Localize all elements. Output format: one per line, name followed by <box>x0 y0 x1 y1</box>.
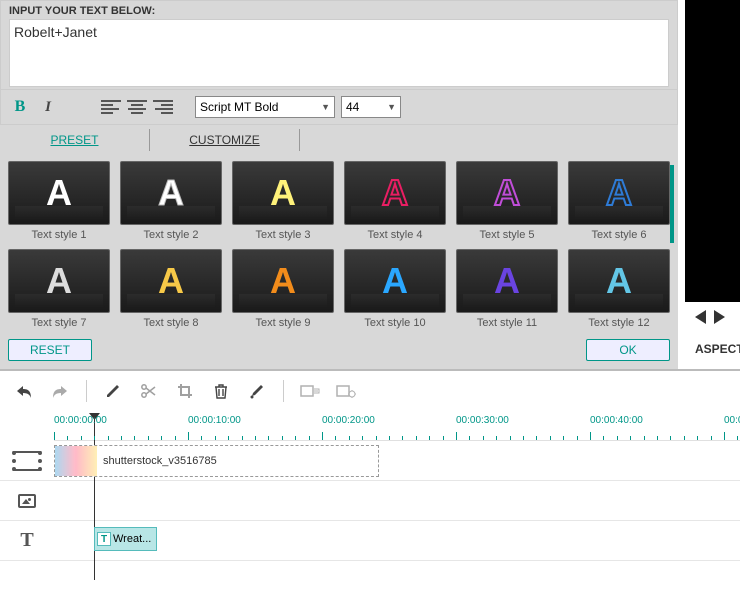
chevron-down-icon: ▼ <box>321 102 330 112</box>
size-value: 44 <box>346 100 359 114</box>
font-select[interactable]: Script MT Bold ▼ <box>195 96 335 118</box>
align-center-button[interactable] <box>127 97 147 117</box>
image-track-icon <box>0 494 54 508</box>
text-clip[interactable]: T Wreat... <box>94 527 157 551</box>
delete-button[interactable] <box>207 379 235 403</box>
style-caption: Text style 8 <box>120 317 222 329</box>
style-preset-11[interactable]: AText style 11 <box>456 249 558 329</box>
style-caption: Text style 6 <box>568 229 670 241</box>
redo-button[interactable] <box>46 379 74 403</box>
text-clip-name: Wreat... <box>113 533 151 545</box>
time-mark: 00:00:40:00 <box>590 415 643 426</box>
style-caption: Text style 5 <box>456 229 558 241</box>
timeline: 00:00:00:00 00:00:10:00 00:00:20:00 00:00:3… <box>0 411 740 561</box>
style-preset-5[interactable]: AText style 5 <box>456 161 558 241</box>
style-preset-8[interactable]: AText style 8 <box>120 249 222 329</box>
text-clip-icon: T <box>97 532 111 546</box>
time-ruler[interactable]: 00:00:00:00 00:00:10:00 00:00:20:00 00:00:3… <box>54 415 740 441</box>
text-input[interactable]: Robelt+Janet <box>9 19 669 87</box>
video-preview <box>685 0 740 302</box>
chevron-down-icon: ▼ <box>387 102 396 112</box>
align-left-button[interactable] <box>101 97 121 117</box>
timeline-toolbar <box>0 369 740 411</box>
font-value: Script MT Bold <box>200 100 278 114</box>
style-preset-10[interactable]: AText style 10 <box>344 249 446 329</box>
format-panel: B I Script MT Bold ▼ 44 ▼ <box>0 90 678 125</box>
style-caption: Text style 4 <box>344 229 446 241</box>
next-button[interactable] <box>714 310 725 324</box>
style-preset-3[interactable]: AText style 3 <box>232 161 334 241</box>
aspect-label: ASPECT <box>695 342 740 356</box>
style-preset-4[interactable]: AText style 4 <box>344 161 446 241</box>
time-mark: 00:00:30:00 <box>456 415 509 426</box>
prev-button[interactable] <box>695 310 706 324</box>
undo-button[interactable] <box>10 379 38 403</box>
style-caption: Text style 9 <box>232 317 334 329</box>
settings-button[interactable] <box>332 379 360 403</box>
style-tabs: PRESET CUSTOMIZE <box>0 125 678 155</box>
video-track-icon <box>0 451 54 471</box>
style-caption: Text style 11 <box>456 317 558 329</box>
style-preset-7[interactable]: AText style 7 <box>8 249 110 329</box>
video-track: shutterstock_v3516785 <box>0 441 740 481</box>
bold-button[interactable]: B <box>9 96 31 118</box>
input-section: INPUT YOUR TEXT BELOW: Robelt+Janet <box>0 0 678 90</box>
style-preset-1[interactable]: AText style 1 <box>8 161 110 241</box>
style-preset-12[interactable]: AText style 12 <box>568 249 670 329</box>
font-size-select[interactable]: 44 ▼ <box>341 96 401 118</box>
time-mark: 00:00:20:00 <box>322 415 375 426</box>
input-label: INPUT YOUR TEXT BELOW: <box>9 5 669 17</box>
tab-customize[interactable]: CUSTOMIZE <box>150 129 300 151</box>
ok-button[interactable]: OK <box>586 339 670 361</box>
style-caption: Text style 3 <box>232 229 334 241</box>
style-caption: Text style 10 <box>344 317 446 329</box>
style-caption: Text style 1 <box>8 229 110 241</box>
tab-preset[interactable]: PRESET <box>0 129 150 151</box>
text-track-icon: T <box>0 529 54 552</box>
align-right-button[interactable] <box>153 97 173 117</box>
style-preset-6[interactable]: AText style 6 <box>568 161 670 241</box>
style-caption: Text style 7 <box>8 317 110 329</box>
time-mark: 00:00:50:00 <box>724 415 740 426</box>
split-button[interactable] <box>135 379 163 403</box>
time-mark: 00:00:10:00 <box>188 415 241 426</box>
scroll-indicator[interactable] <box>670 165 674 243</box>
image-track <box>0 481 740 521</box>
styles-panel: AText style 1AText style 2AText style 3A… <box>0 155 678 333</box>
video-clip[interactable]: shutterstock_v3516785 <box>54 445 379 477</box>
time-mark: 00:00:00:00 <box>54 415 107 426</box>
video-clip-name: shutterstock_v3516785 <box>103 455 217 467</box>
style-caption: Text style 2 <box>120 229 222 241</box>
clip-thumbnail <box>55 446 97 476</box>
edit-button[interactable] <box>99 379 127 403</box>
reset-button[interactable]: RESET <box>8 339 92 361</box>
style-caption: Text style 12 <box>568 317 670 329</box>
style-preset-2[interactable]: AText style 2 <box>120 161 222 241</box>
color-picker-button[interactable] <box>243 379 271 403</box>
export-button[interactable] <box>296 379 324 403</box>
crop-button[interactable] <box>171 379 199 403</box>
italic-button[interactable]: I <box>37 96 59 118</box>
dialog-buttons: RESET OK <box>0 333 678 369</box>
style-preset-9[interactable]: AText style 9 <box>232 249 334 329</box>
text-track: T T Wreat... <box>0 521 740 561</box>
